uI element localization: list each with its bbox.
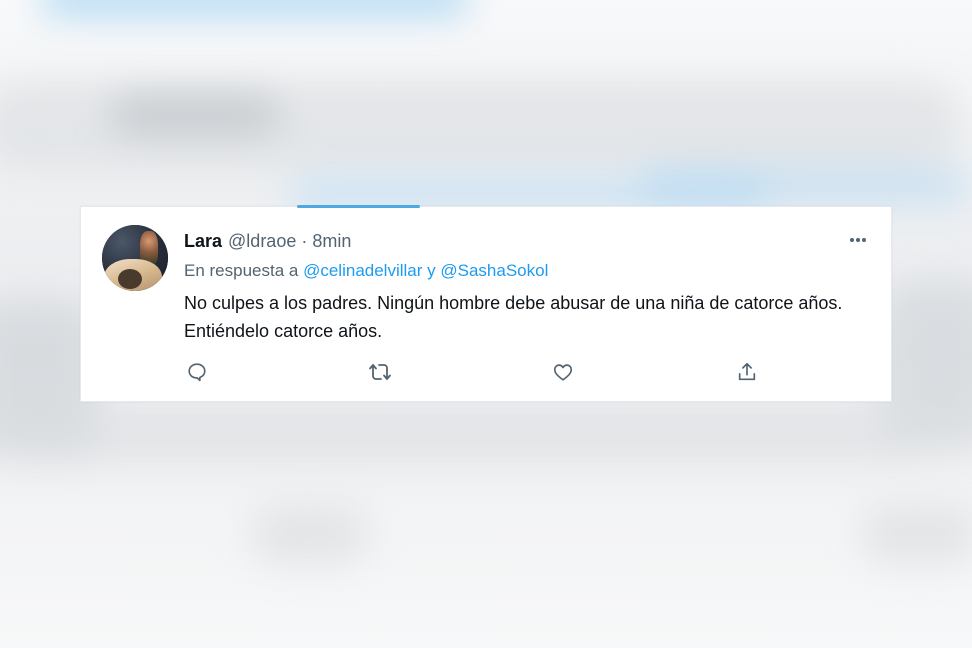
reply-bubble-icon [188,363,206,382]
display-name[interactable]: Lara [184,231,222,252]
blurred-shape [860,505,972,565]
avatar-vase-opening [118,269,142,289]
mention-link-2[interactable]: @SashaSokol [440,261,548,280]
tweet-text: No culpes a los padres. Ningún hombre de… [184,293,843,341]
blurred-shape [640,168,970,204]
reply-button[interactable] [184,359,210,385]
retweet-button[interactable] [367,359,393,385]
share-icon [738,362,756,381]
blurred-shape [250,505,370,565]
tab-indicator [297,205,420,208]
separator: · [301,231,308,251]
reply-context: En respuesta a @celinadelvillar y @Sasha… [184,261,548,281]
share-button[interactable] [734,359,760,385]
like-button[interactable] [550,359,576,385]
tweet-header: Lara @ldraoe · 8min [184,231,351,253]
blurred-shape [60,410,920,460]
retweet-icon [369,364,391,380]
tweet-actions [184,359,764,385]
more-dots-icon [850,238,866,242]
tweet-card[interactable]: Lara @ldraoe · 8min En respuesta a @celi… [80,205,892,402]
mention-link-1[interactable]: @celinadelvillar [303,261,422,280]
blurred-shape [110,95,280,135]
heart-icon [553,364,573,381]
blurred-shape [40,0,470,16]
reply-prefix: En respuesta a [184,261,299,280]
user-handle[interactable]: @ldraoe [228,231,296,252]
avatar[interactable] [102,225,168,291]
reply-conjunction: y [427,261,436,280]
more-options-button[interactable] [847,229,869,251]
timestamp[interactable]: 8min [312,231,351,252]
